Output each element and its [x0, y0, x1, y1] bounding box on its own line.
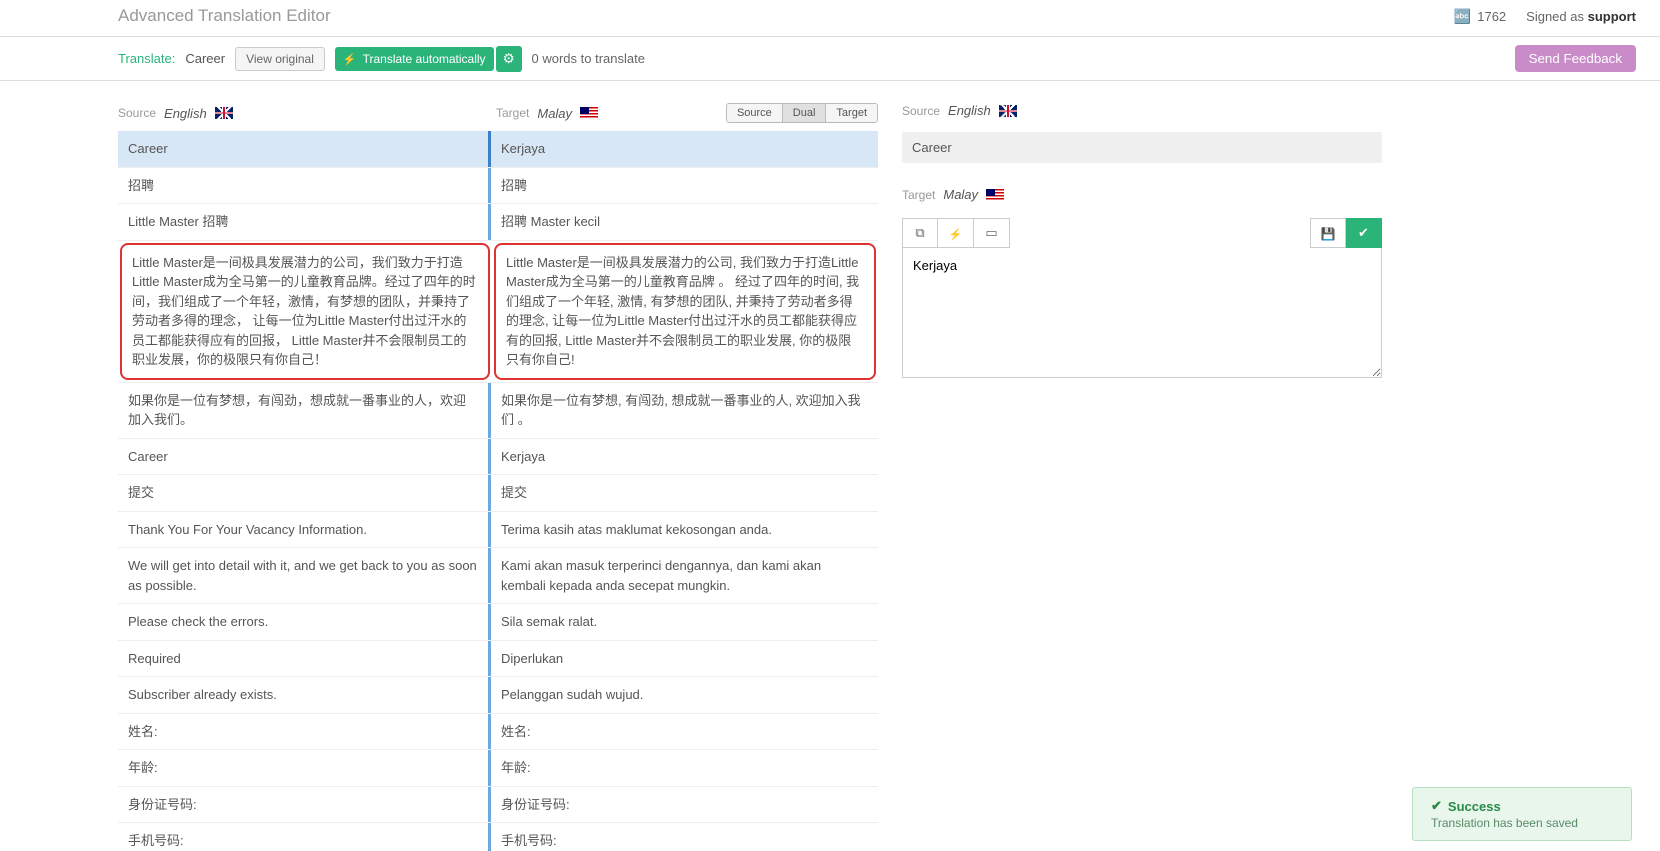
save-icon [1321, 226, 1336, 241]
source-cell: Thank You For Your Vacancy Information. [118, 512, 488, 548]
send-feedback-button[interactable]: Send Feedback [1515, 45, 1636, 72]
target-cell: 提交 [488, 475, 878, 511]
auto-translate-settings-button[interactable] [496, 46, 522, 72]
source-cell: Career [118, 131, 488, 167]
source-cell: 招聘 [118, 168, 488, 204]
target-cell: 招聘 [488, 168, 878, 204]
words-to-translate: 0 words to translate [532, 51, 645, 66]
copy-source-button[interactable] [902, 218, 938, 248]
source-cell: Little Master是一间极具发展潜力的公司，我们致力于打造Little … [120, 243, 490, 380]
check-icon [1358, 225, 1369, 241]
gear-icon [503, 51, 515, 66]
table-row[interactable]: CareerKerjaya [118, 439, 878, 476]
toolbar: Translate: Career View original Translat… [0, 37, 1660, 81]
source-cell: Please check the errors. [118, 604, 488, 640]
target-cell: Pelanggan sudah wujud. [488, 677, 878, 713]
check-icon [1431, 798, 1442, 814]
source-cell: Required [118, 641, 488, 677]
bolt-icon [949, 226, 963, 241]
target-text-editor[interactable] [902, 248, 1382, 378]
table-row[interactable]: 手机号码:手机号码: [118, 823, 878, 851]
glossary-button[interactable] [974, 218, 1010, 248]
target-cell: Little Master是一间极具发展潜力的公司, 我们致力于打造Little… [494, 243, 876, 380]
target-cell: Terima kasih atas maklumat kekosongan an… [488, 512, 878, 548]
confirm-button[interactable] [1346, 218, 1382, 248]
source-cell: 姓名: [118, 714, 488, 750]
source-cell: 身份证号码: [118, 787, 488, 823]
source-label: Source [118, 106, 156, 120]
translate-icon [1454, 8, 1471, 25]
app-header: Advanced Translation Editor 1762 Signed … [0, 0, 1660, 37]
word-count: 1762 [1454, 8, 1506, 25]
source-text-display: Career [902, 132, 1382, 163]
target-cell: 姓名: [488, 714, 878, 750]
view-source-button[interactable]: Source [727, 104, 782, 122]
target-cell: Sila semak ralat. [488, 604, 878, 640]
view-dual-button[interactable]: Dual [782, 104, 826, 122]
flag-uk-icon [999, 105, 1017, 117]
source-cell: 年龄: [118, 750, 488, 786]
target-cell: Kerjaya [488, 131, 878, 167]
document-name: Career [185, 51, 225, 66]
table-row[interactable]: 提交提交 [118, 475, 878, 512]
translate-label: Translate: [118, 51, 175, 66]
table-row[interactable]: Little Master 招聘招聘 Master kecil [118, 204, 878, 241]
target-cell: Kami akan masuk terperinci dengannya, da… [488, 548, 878, 603]
bolt-icon [343, 52, 357, 66]
app-title: Advanced Translation Editor [118, 6, 331, 26]
target-cell: 招聘 Master kecil [488, 204, 878, 240]
table-row[interactable]: We will get into detail with it, and we … [118, 548, 878, 604]
table-row[interactable]: 如果你是一位有梦想，有闯劲，想成就一番事业的人，欢迎加入我们。如果你是一位有梦想… [118, 383, 878, 439]
table-row[interactable]: CareerKerjaya [118, 131, 878, 168]
source-cell: 提交 [118, 475, 488, 511]
target-cell: 年龄: [488, 750, 878, 786]
source-cell: We will get into detail with it, and we … [118, 548, 488, 603]
flag-my-icon [986, 189, 1004, 201]
auto-translate-segment-button[interactable] [938, 218, 974, 248]
source-cell: Career [118, 439, 488, 475]
source-cell: 如果你是一位有梦想，有闯劲，想成就一番事业的人，欢迎加入我们。 [118, 383, 488, 438]
table-row[interactable]: Little Master是一间极具发展潜力的公司，我们致力于打造Little … [118, 241, 878, 383]
copy-icon [915, 225, 924, 241]
success-toast: Success Translation has been saved [1412, 787, 1632, 841]
table-row[interactable]: RequiredDiperlukan [118, 641, 878, 678]
target-cell: Diperlukan [488, 641, 878, 677]
target-cell: 身份证号码: [488, 787, 878, 823]
target-cell: 手机号码: [488, 823, 878, 851]
view-original-button[interactable]: View original [235, 47, 325, 71]
book-icon [985, 225, 997, 241]
source-cell: 手机号码: [118, 823, 488, 851]
view-target-button[interactable]: Target [825, 104, 877, 122]
table-row[interactable]: Thank You For Your Vacancy Information.T… [118, 512, 878, 549]
view-mode-toggle: Source Dual Target [726, 103, 878, 123]
editor-toolbar [902, 218, 1382, 248]
translation-table: Source English Target Malay Source Dual … [118, 99, 878, 851]
translate-automatically-button[interactable]: Translate automatically [335, 47, 494, 71]
editor-panel: Source English Career Target Malay [902, 99, 1382, 851]
table-row[interactable]: 年龄:年龄: [118, 750, 878, 787]
table-row[interactable]: Please check the errors.Sila semak ralat… [118, 604, 878, 641]
table-row[interactable]: 姓名:姓名: [118, 714, 878, 751]
target-cell: Kerjaya [488, 439, 878, 475]
save-button[interactable] [1310, 218, 1346, 248]
signed-as: Signed as support [1526, 9, 1636, 24]
flag-my-icon [580, 107, 598, 119]
flag-uk-icon [215, 107, 233, 119]
table-row[interactable]: 招聘招聘 [118, 168, 878, 205]
target-cell: 如果你是一位有梦想, 有闯劲, 想成就一番事业的人, 欢迎加入我们 。 [488, 383, 878, 438]
table-row[interactable]: Subscriber already exists.Pelanggan suda… [118, 677, 878, 714]
table-row[interactable]: 身份证号码:身份证号码: [118, 787, 878, 824]
source-cell: Subscriber already exists. [118, 677, 488, 713]
target-label: Target [496, 106, 529, 120]
source-cell: Little Master 招聘 [118, 204, 488, 240]
